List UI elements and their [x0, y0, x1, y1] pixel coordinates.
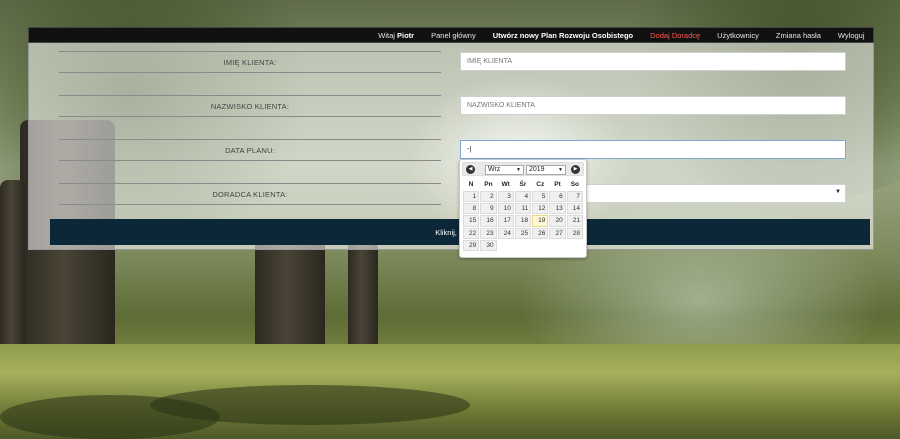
weekday-header-row: N Pn Wt Śr Cz Pt So — [463, 179, 583, 190]
calendar-day[interactable]: 29 — [463, 239, 480, 251]
calendar-day[interactable]: 10 — [497, 203, 514, 215]
plan-date-label: DATA PLANU: — [225, 145, 275, 155]
month-select[interactable]: Wrz ▼ — [485, 165, 524, 175]
weekday-header: Pt — [554, 181, 561, 188]
calendar-day[interactable]: 8 — [463, 203, 480, 215]
calendar-day[interactable]: 22 — [463, 227, 480, 239]
calendar-day[interactable]: 15 — [463, 215, 480, 227]
calendar-day[interactable]: 12 — [532, 203, 549, 215]
year-select-value: 2019 — [529, 166, 545, 173]
plan-form-panel: IMIĘ KLIENTA: NAZWISKO KLIENTA: DATA PLA… — [28, 43, 874, 250]
plan-date-input[interactable] — [460, 140, 846, 159]
calendar-empty-cell — [515, 240, 531, 251]
calendar-week-row: 8 9 10 11 12 13 14 — [463, 203, 583, 215]
weekday-header: N — [468, 181, 474, 188]
nav-user-name: Piotr — [397, 30, 415, 40]
weekday-header: Wt — [501, 181, 510, 188]
first-name-row: IMIĘ KLIENTA: — [29, 43, 875, 87]
last-name-label-box: NAZWISKO KLIENTA: — [59, 95, 441, 117]
calendar-empty-cell — [498, 240, 514, 251]
nav-logout[interactable]: Wyloguj — [829, 31, 873, 40]
calendar-day[interactable]: 7 — [566, 191, 583, 203]
advisor-row: DORADCA KLIENTA: ▼ — [29, 175, 875, 219]
calendar-week-row: 22 23 24 25 26 27 28 — [463, 227, 583, 239]
calendar-day[interactable]: 25 — [514, 227, 532, 239]
calendar-day[interactable]: 19 — [532, 215, 549, 227]
last-name-row: NAZWISKO KLIENTA: — [29, 87, 875, 131]
last-name-label: NAZWISKO KLIENTA: — [210, 101, 290, 111]
calendar-day[interactable]: 28 — [566, 227, 583, 239]
nav-create-plan[interactable]: Utwórz nowy Plan Rozwoju Osobistego — [484, 31, 641, 40]
calendar-day[interactable]: 16 — [480, 215, 497, 227]
calendar-week-row: 29 30 — [463, 239, 583, 251]
year-select[interactable]: 2019 ▼ — [526, 165, 566, 175]
last-name-input[interactable] — [460, 96, 846, 115]
calendar-week-row: 15 16 17 18 19 20 21 — [463, 215, 583, 227]
calendar-day[interactable]: 26 — [532, 227, 549, 239]
calendar-body: 1 2 3 4 5 6 7 8 9 10 11 12 13 14 15 16 17 18 19 20 21 22 23 24 2… — [463, 191, 583, 251]
first-name-label-box: IMIĘ KLIENTA: — [59, 51, 441, 73]
datepicker: ◀ Wrz ▼ 2019 ▼ ▶ N Pn Wt Śr Cz Pt So 1 2 3 4 5 6 7 8 9 10… — [459, 159, 587, 258]
first-name-label: IMIĘ KLIENTA: — [223, 57, 277, 67]
calendar-day[interactable]: 27 — [549, 227, 566, 239]
dropdown-arrow-icon: ▼ — [835, 189, 841, 195]
calendar-grid: N Pn Wt Śr Cz Pt So 1 2 3 4 5 6 7 8 9 10 11 12 13 14 15 16 17 1… — [462, 178, 584, 252]
nav-change-password[interactable]: Zmiana hasła — [767, 31, 829, 40]
calendar-day[interactable]: 5 — [532, 191, 549, 203]
nav-users[interactable]: Użytkownicy — [709, 31, 768, 40]
calendar-day[interactable]: 13 — [549, 203, 566, 215]
plan-date-row: DATA PLANU: — [29, 131, 875, 175]
calendar-day[interactable]: 4 — [514, 191, 532, 203]
calendar-day[interactable]: 30 — [480, 239, 497, 251]
weekday-header: Pn — [484, 181, 493, 188]
calendar-day[interactable]: 21 — [566, 215, 583, 227]
calendar-day[interactable]: 1 — [463, 191, 480, 203]
nav-greeting[interactable]: Witaj Piotr — [370, 31, 423, 40]
chevron-down-icon: ▼ — [558, 167, 563, 173]
weekday-header: So — [570, 181, 579, 188]
nav-dashboard[interactable]: Panel główny — [423, 31, 485, 40]
calendar-day[interactable]: 24 — [497, 227, 514, 239]
advisor-label: DORADCA KLIENTA: — [212, 189, 288, 199]
weekday-header: Cz — [536, 181, 545, 188]
calendar-empty-cell — [567, 240, 583, 251]
top-navigation: Witaj Piotr Panel główny Utwórz nowy Pla… — [28, 27, 874, 43]
nav-greeting-prefix: Witaj — [378, 30, 397, 40]
plan-date-label-box: DATA PLANU: — [59, 139, 441, 161]
advisor-label-box: DORADCA KLIENTA: — [59, 183, 441, 205]
calendar-empty-cell — [549, 240, 565, 251]
next-month-icon[interactable]: ▶ — [571, 165, 580, 174]
calendar-empty-cell — [532, 240, 548, 251]
month-select-value: Wrz — [488, 166, 501, 173]
weekday-header: Śr — [519, 181, 527, 188]
calendar-day[interactable]: 9 — [480, 203, 497, 215]
calendar-day[interactable]: 18 — [514, 215, 532, 227]
chevron-down-icon: ▼ — [516, 167, 521, 173]
prev-month-icon[interactable]: ◀ — [466, 165, 475, 174]
first-name-input[interactable] — [460, 52, 846, 71]
calendar-day[interactable]: 6 — [549, 191, 566, 203]
calendar-day[interactable]: 3 — [497, 191, 514, 203]
calendar-day[interactable]: 20 — [549, 215, 566, 227]
datepicker-header: ◀ Wrz ▼ 2019 ▼ ▶ — [462, 162, 584, 176]
calendar-day[interactable]: 17 — [497, 215, 514, 227]
calendar-day[interactable]: 23 — [480, 227, 497, 239]
calendar-day[interactable]: 2 — [480, 191, 497, 203]
calendar-week-row: 1234567 — [463, 191, 583, 203]
calendar-day[interactable]: 11 — [514, 203, 532, 215]
calendar-day[interactable]: 14 — [566, 203, 583, 215]
nav-add-advisor[interactable]: Dodaj Doradcę — [642, 31, 709, 40]
